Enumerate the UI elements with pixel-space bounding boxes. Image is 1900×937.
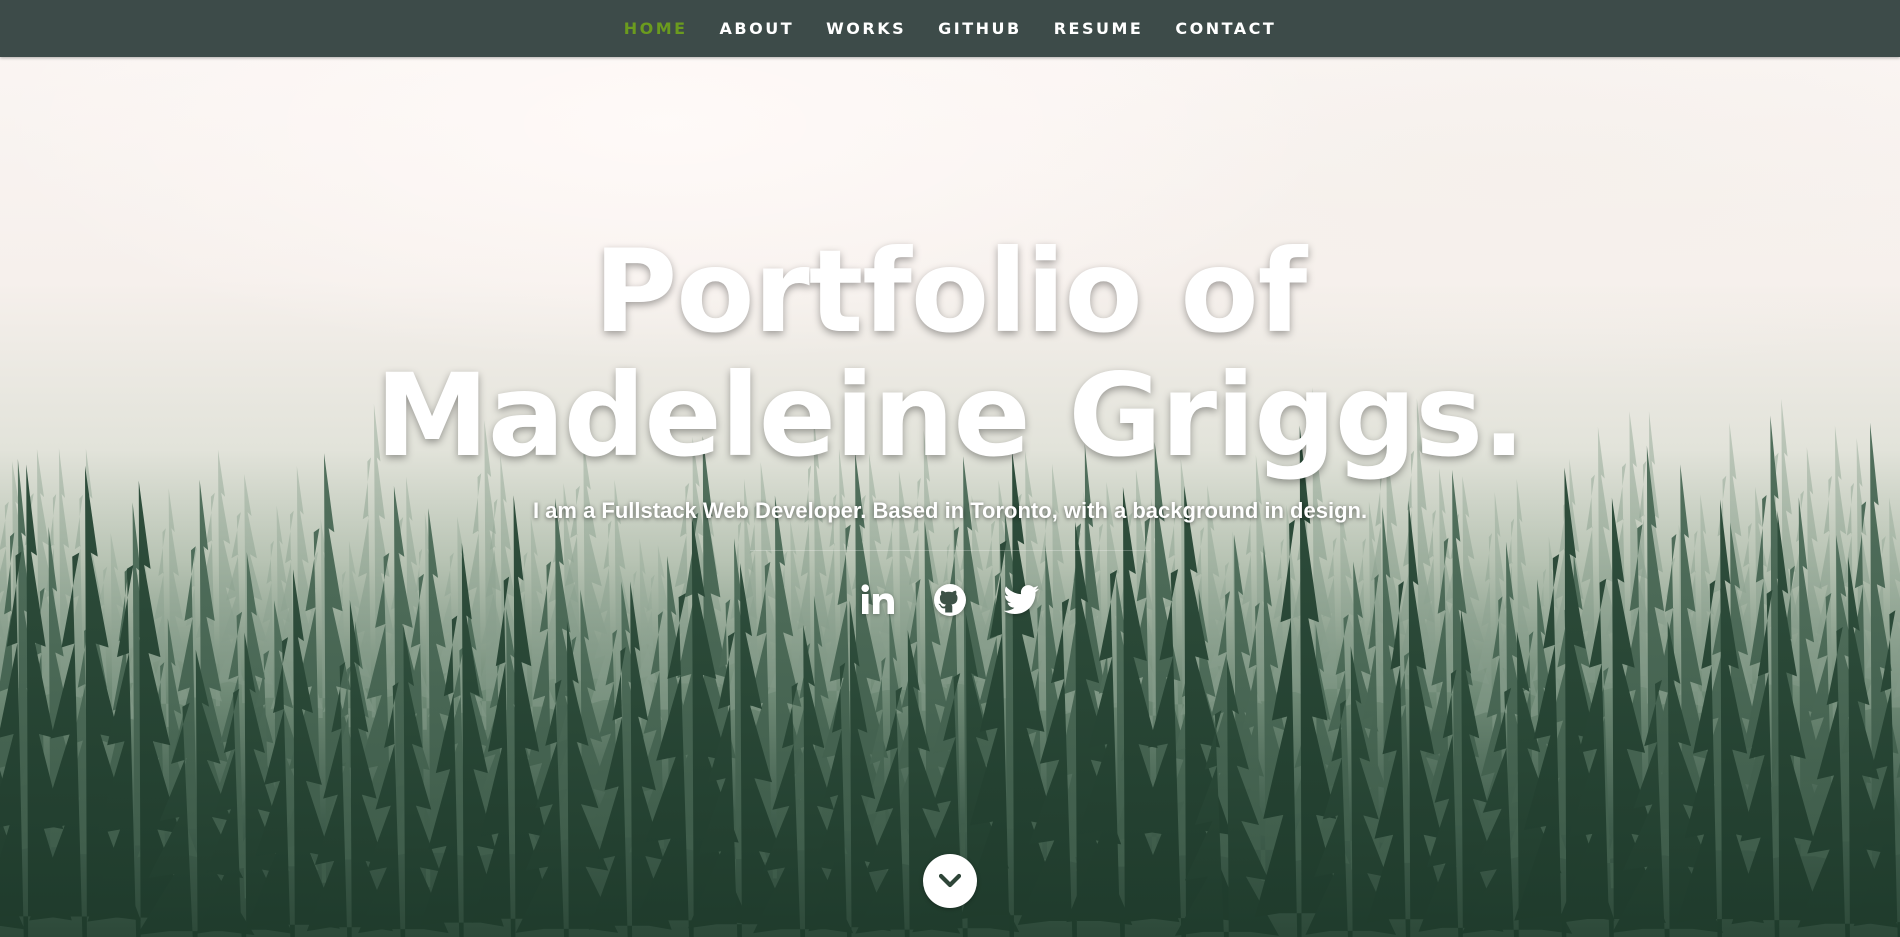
nav-item-home[interactable]: HOME	[608, 19, 704, 38]
linkedin-link[interactable]	[859, 581, 897, 619]
top-navbar: HOME ABOUT WORKS GITHUB RESUME CONTACT	[0, 0, 1900, 57]
scroll-down-button[interactable]	[923, 854, 977, 908]
social-links	[0, 581, 1900, 619]
nav-list: HOME ABOUT WORKS GITHUB RESUME CONTACT	[608, 19, 1293, 38]
nav-item-resume[interactable]: RESUME	[1038, 19, 1160, 38]
hero-section: Portfolio of Madeleine Griggs. I am a Fu…	[0, 230, 1900, 619]
nav-item-github[interactable]: GITHUB	[922, 19, 1038, 38]
nav-item-contact[interactable]: CONTACT	[1159, 19, 1292, 38]
chevron-down-icon	[939, 873, 961, 888]
hero-divider	[750, 550, 1150, 551]
github-link[interactable]	[931, 581, 969, 619]
hero-subtitle: I am a Fullstack Web Developer. Based in…	[532, 498, 1368, 523]
page: HOME ABOUT WORKS GITHUB RESUME CONTACT P…	[0, 0, 1900, 937]
nav-item-about[interactable]: ABOUT	[704, 19, 811, 38]
twitter-link[interactable]	[1003, 581, 1041, 619]
github-icon	[934, 584, 966, 616]
hero-title: Portfolio of Madeleine Griggs.	[375, 225, 1525, 482]
twitter-icon	[1004, 585, 1039, 614]
nav-item-works[interactable]: WORKS	[810, 19, 922, 38]
linkedin-icon	[861, 584, 894, 614]
